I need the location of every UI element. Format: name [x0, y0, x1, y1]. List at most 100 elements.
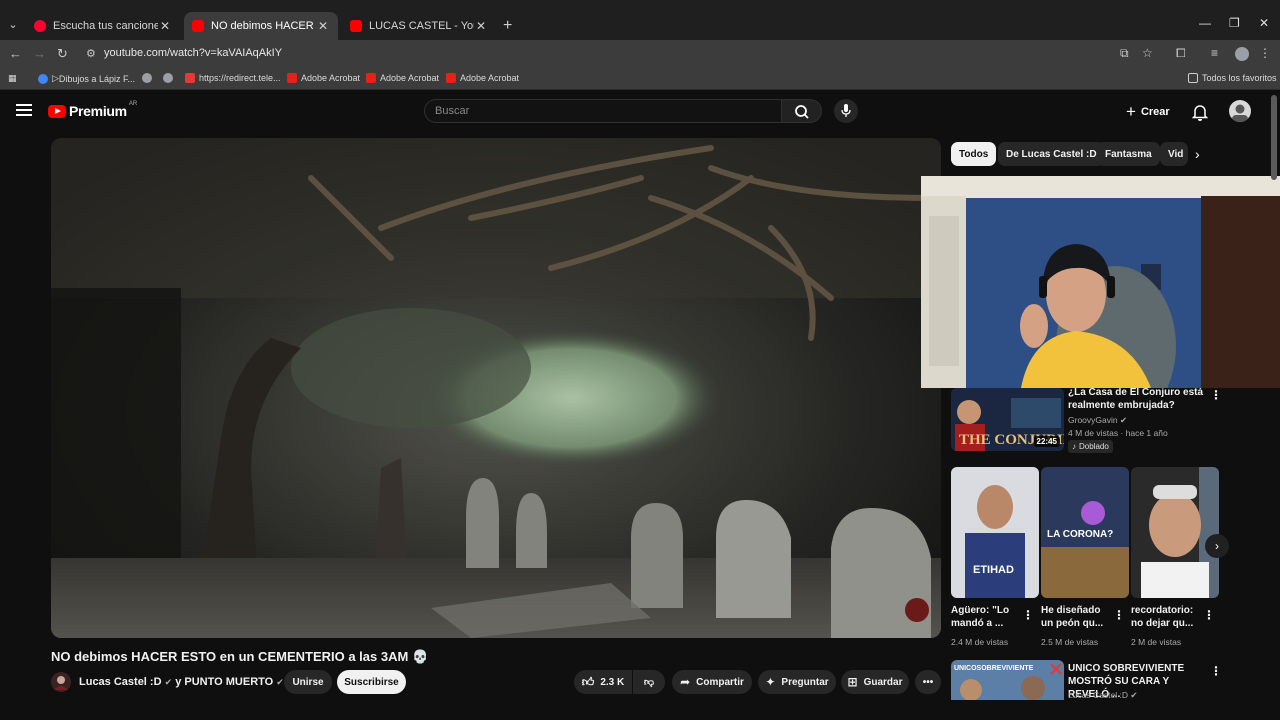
- plus-icon: +: [1126, 102, 1136, 121]
- channel-watermark-icon[interactable]: [905, 598, 929, 622]
- browser-profile-avatar[interactable]: [1235, 47, 1249, 61]
- subscribe-button[interactable]: Suscribirse: [337, 670, 406, 694]
- page-scrollbar[interactable]: [1271, 95, 1277, 180]
- thumbs-up-icon: 👍︎: [581, 674, 595, 689]
- bookmark-acrobat-2[interactable]: Adobe Acrobat: [366, 73, 439, 83]
- account-avatar[interactable]: [1229, 100, 1251, 122]
- save-button[interactable]: ⊞ Guardar: [841, 670, 909, 694]
- shorts-next-chevron-icon[interactable]: ›: [1205, 534, 1229, 558]
- youtube-premium-logo[interactable]: Premium AR: [48, 101, 137, 119]
- recommendation-title[interactable]: ¿La Casa de El Conjuro está realmente em…: [1068, 386, 1204, 412]
- share-button[interactable]: ➦ Compartir: [672, 670, 752, 694]
- short-title[interactable]: He diseñado un peón qu...: [1041, 604, 1113, 630]
- video-player[interactable]: [51, 138, 941, 638]
- short-thumbnail-2[interactable]: LA CORONA?: [1041, 467, 1129, 598]
- new-tab-plus-icon[interactable]: +: [503, 17, 512, 35]
- verified-check-icon: ✔: [276, 677, 284, 687]
- chip-videos[interactable]: Vid: [1160, 142, 1188, 166]
- globe-icon: [163, 73, 173, 83]
- ask-button[interactable]: ✦ Preguntar: [758, 670, 836, 694]
- chip-from-channel[interactable]: De Lucas Castel :D: [998, 142, 1105, 166]
- bookmark-redirect[interactable]: https://redirect.tele...: [185, 73, 281, 83]
- install-app-icon[interactable]: ⧉: [1120, 46, 1129, 61]
- tab-search-chevron-icon[interactable]: ⌄: [4, 16, 22, 34]
- reload-icon[interactable]: ↻: [57, 46, 68, 62]
- reading-list-icon[interactable]: ≡: [1211, 46, 1218, 60]
- channel-name[interactable]: Lucas Castel :D: [79, 676, 162, 688]
- extensions-puzzle-icon[interactable]: ⧠: [1176, 46, 1186, 61]
- all-bookmarks-folder[interactable]: Todos los favoritos: [1188, 73, 1277, 83]
- subscribe-label: Suscribirse: [344, 676, 399, 688]
- recommendation-menu-icon[interactable]: ⋮: [1210, 388, 1222, 402]
- short-menu-icon[interactable]: ⋮: [1203, 608, 1215, 622]
- like-count: 2.3 K: [600, 676, 625, 688]
- bookmark-globe-2[interactable]: [163, 73, 177, 83]
- chip-all[interactable]: Todos: [951, 142, 997, 166]
- youtube-music-favicon-icon: [34, 20, 46, 32]
- site-info-icon[interactable]: ⚙: [86, 47, 96, 60]
- recommendation-menu-icon[interactable]: ⋮: [1210, 664, 1222, 678]
- recommendation-thumbnail[interactable]: THE CONJURIN 22:45: [951, 388, 1064, 451]
- channel-avatar[interactable]: [51, 672, 71, 692]
- tab-title: NO debimos HACER ESTO en u: [211, 20, 316, 32]
- recommendation-channel[interactable]: Lucas Castel :D ✔: [1068, 690, 1138, 701]
- join-label: Unirse: [292, 676, 324, 688]
- address-bar[interactable]: youtube.com/watch?v=kaVAIAqAkIY: [104, 47, 282, 59]
- join-button[interactable]: Unirse: [284, 670, 332, 694]
- close-tab-icon[interactable]: ✕: [316, 19, 330, 33]
- aguero-short-image: ETIHAD: [951, 467, 1039, 598]
- thumbnail-caption: ETIHAD: [973, 564, 1014, 576]
- short-title[interactable]: Agüero: "Lo mandó a ...: [951, 604, 1023, 630]
- short-menu-icon[interactable]: ⋮: [1113, 608, 1125, 622]
- tab-title: Escucha tus canciones y álbum: [53, 20, 158, 32]
- tab-youtube-music[interactable]: Escucha tus canciones y álbum ✕: [26, 12, 180, 40]
- tab-lucas-castel-channel[interactable]: LUCAS CASTEL - YouTube ✕: [342, 12, 496, 40]
- chevron-right-icon[interactable]: ›: [1195, 146, 1200, 162]
- dislike-button[interactable]: 👎︎: [633, 670, 665, 694]
- globe-icon: [142, 73, 152, 83]
- bookmark-acrobat-1[interactable]: Adobe Acrobat: [287, 73, 360, 83]
- short-thumbnail-3[interactable]: [1131, 467, 1219, 598]
- close-tab-icon[interactable]: ✕: [158, 19, 172, 33]
- collab-channel-name[interactable]: PUNTO MUERTO: [184, 676, 273, 688]
- close-tab-icon[interactable]: ✕: [474, 19, 488, 33]
- youtube-favicon-icon: [192, 20, 204, 32]
- hamburger-menu-icon[interactable]: [16, 104, 32, 116]
- short-thumbnail-1[interactable]: ETIHAD: [951, 467, 1039, 598]
- notifications-button[interactable]: [1191, 103, 1209, 126]
- forward-arrow-icon[interactable]: →: [33, 46, 46, 61]
- more-actions-button[interactable]: •••: [915, 670, 941, 694]
- search-input[interactable]: [425, 100, 781, 122]
- bookmark-dibujos[interactable]: ▷ Dibujos a Lápiz F...: [38, 73, 135, 84]
- close-window-icon[interactable]: ✕: [1259, 16, 1269, 30]
- bookmark-globe-1[interactable]: [142, 73, 156, 83]
- search-button[interactable]: [782, 99, 822, 123]
- recommendation-channel[interactable]: GroovyGavin ✔: [1068, 415, 1127, 426]
- save-label: Guardar: [863, 676, 903, 688]
- short-menu-icon[interactable]: ⋮: [1022, 608, 1034, 622]
- create-button[interactable]: + Crear: [1126, 101, 1170, 123]
- browser-menu-icon[interactable]: ⋮: [1259, 46, 1271, 60]
- channel-name: GroovyGavin: [1068, 415, 1118, 425]
- channel-names[interactable]: Lucas Castel :D ✔ y PUNTO MUERTO ✔: [79, 676, 284, 688]
- restore-window-icon[interactable]: ❐: [1229, 16, 1240, 30]
- chip-ghost[interactable]: Fantasma: [1097, 142, 1160, 166]
- like-button[interactable]: 👍︎ 2.3 K: [574, 670, 632, 694]
- tab-current-video[interactable]: NO debimos HACER ESTO en u ✕: [184, 12, 338, 40]
- bookmark-acrobat-3[interactable]: Adobe Acrobat: [446, 73, 519, 83]
- short-title[interactable]: recordatorio: no dejar qu...: [1131, 604, 1203, 630]
- dubbed-badge: ♪ Doblado: [1068, 440, 1113, 453]
- bookmark-star-icon[interactable]: ☆: [1142, 46, 1153, 60]
- apps-grid-icon[interactable]: ▦: [8, 73, 17, 84]
- bookmark-label: Adobe Acrobat: [460, 73, 520, 83]
- recommendation-thumbnail[interactable]: UNICOSOBREVIVIENTE: [951, 660, 1064, 700]
- back-arrow-icon[interactable]: ←: [9, 46, 22, 61]
- voice-search-button[interactable]: [834, 99, 858, 123]
- short-views: 2.4 M de vistas: [951, 637, 1009, 647]
- video-title: NO debimos HACER ESTO en un CEMENTERIO a…: [51, 649, 428, 665]
- thumbnail-caption: LA CORONA?: [1047, 529, 1113, 540]
- reaction-short-image: [1131, 467, 1219, 598]
- microphone-icon: [841, 104, 851, 117]
- recommendation-meta: 4 M de vistas · hace 1 año: [1068, 428, 1168, 438]
- minimize-window-icon[interactable]: —: [1199, 16, 1211, 30]
